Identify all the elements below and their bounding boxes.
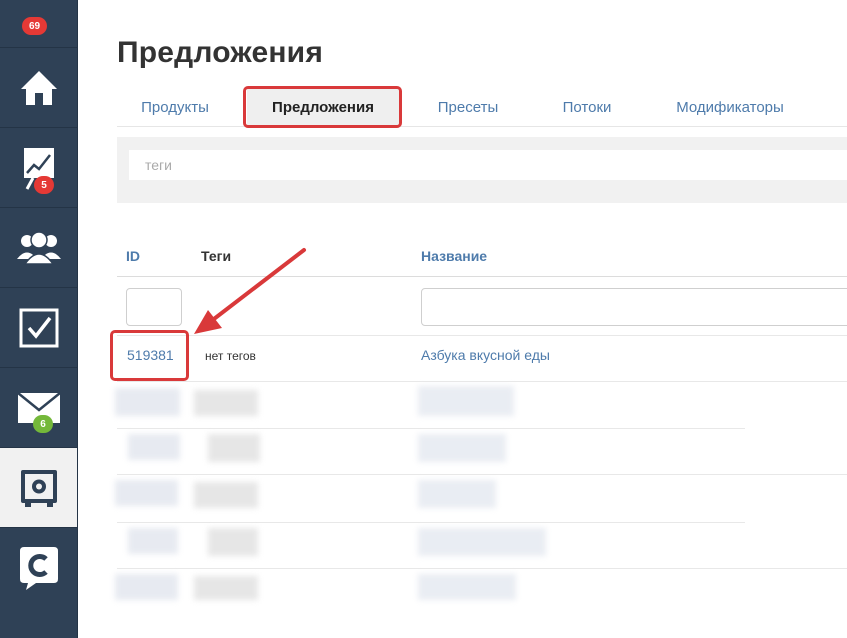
analytics-badge: 5 xyxy=(34,176,54,194)
column-header-id[interactable]: ID xyxy=(126,248,140,264)
blurred-cell xyxy=(115,574,178,600)
blurred-cell xyxy=(418,434,506,462)
home-icon xyxy=(18,68,60,108)
annotation-arrow xyxy=(194,248,306,334)
sidebar-item-offers[interactable] xyxy=(0,447,77,527)
offer-tags: нет тегов xyxy=(205,349,256,363)
blurred-cell xyxy=(418,480,496,508)
blurred-cell xyxy=(194,390,258,416)
offer-name-link[interactable]: Азбука вкусной еды xyxy=(421,347,550,363)
sidebar-item-analytics[interactable]: 5 xyxy=(0,127,77,207)
blurred-cell xyxy=(208,434,260,462)
blurred-cell xyxy=(208,528,258,556)
sidebar-item-brand[interactable] xyxy=(0,527,77,607)
tasks-icon xyxy=(19,308,59,348)
row-divider xyxy=(117,474,847,475)
tab-modifiers[interactable]: Модификаторы xyxy=(665,89,795,126)
tab-highlight-box xyxy=(243,86,402,128)
id-highlight-box xyxy=(110,330,189,381)
blurred-cell xyxy=(128,528,178,554)
page-title: Предложения xyxy=(117,36,324,69)
sidebar-item-mail[interactable]: 6 xyxy=(0,367,77,447)
safe-icon xyxy=(19,468,59,508)
users-icon xyxy=(16,230,61,265)
name-filter-field[interactable] xyxy=(421,288,847,326)
tab-products[interactable]: Продукты xyxy=(128,89,222,126)
blurred-cell xyxy=(418,386,514,416)
sidebar: 69 5 6 xyxy=(0,0,78,638)
tags-filter-input[interactable] xyxy=(129,150,847,180)
sidebar-item-users[interactable] xyxy=(0,207,77,287)
blurred-cell xyxy=(128,434,180,460)
blurred-cell xyxy=(194,576,258,600)
blurred-cell xyxy=(115,480,178,506)
row-divider xyxy=(117,568,847,569)
sidebar-item-tasks[interactable] xyxy=(0,287,77,367)
row-divider xyxy=(117,381,847,382)
id-filter-field[interactable] xyxy=(126,288,182,326)
tab-presets[interactable]: Пресеты xyxy=(423,89,513,126)
tab-streams[interactable]: Потоки xyxy=(547,89,627,126)
sidebar-item-home[interactable] xyxy=(0,47,77,127)
row-divider xyxy=(117,428,745,429)
notifications-badge: 69 xyxy=(22,17,48,35)
blurred-cell xyxy=(115,388,180,416)
brand-icon xyxy=(18,545,60,591)
row-divider xyxy=(117,522,745,523)
blurred-cell xyxy=(194,482,258,508)
filter-panel xyxy=(117,137,847,203)
blurred-cell xyxy=(418,574,516,600)
tab-bar: Продукты Предложения Пресеты Потоки Моди… xyxy=(117,89,847,127)
mail-badge: 6 xyxy=(33,415,53,433)
blurred-cell xyxy=(418,528,546,556)
column-header-name[interactable]: Название xyxy=(421,248,487,264)
